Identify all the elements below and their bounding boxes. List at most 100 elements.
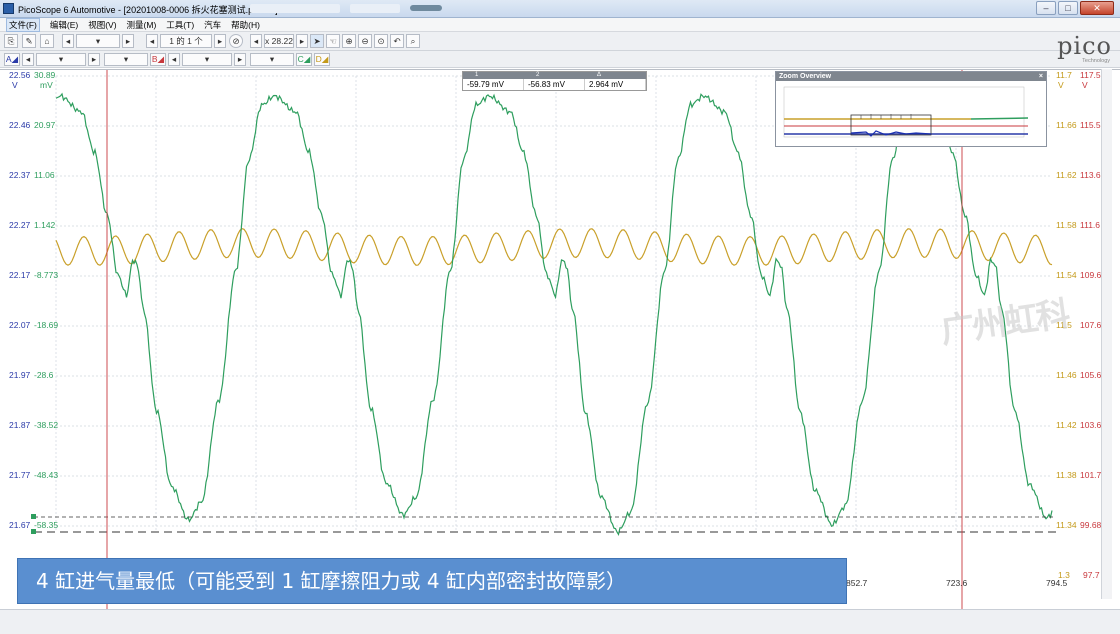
axis-b-tick-label: 111.6 — [1080, 220, 1101, 230]
axis-a-tick-label: 21.77 — [9, 470, 31, 480]
channel-a-coupling-select[interactable]: ▾ — [104, 53, 148, 66]
menu-edit[interactable]: 编辑(E) — [50, 19, 78, 31]
page-next-icon[interactable]: ▸ — [214, 34, 226, 48]
axis-d-tick-label: 11.42 — [1056, 420, 1077, 430]
undo-zoom-icon[interactable]: ↶ — [390, 34, 404, 48]
axis-d-tick-label: 11.66 — [1056, 120, 1077, 130]
app-icon — [3, 3, 14, 14]
axis-a-tick-label: 22.17 — [9, 270, 31, 280]
axis-b-tick-label: 105.6 — [1080, 370, 1102, 380]
axis-c-tick-label: -58.35 — [34, 520, 59, 530]
pointer-icon[interactable]: ➤ — [310, 34, 324, 48]
axis-d-tick-label: 11.54 — [1056, 270, 1077, 280]
title-tab — [350, 4, 400, 13]
axis-d-tick-label: 11.58 — [1056, 220, 1077, 230]
channel-a-next-icon[interactable]: ▸ — [88, 53, 100, 66]
progress-indicator — [410, 5, 442, 11]
axis-b-tick-label: 97.7 — [1083, 570, 1100, 580]
window-title: PicoScope 6 Automotive - [20201008-0006 … — [18, 5, 278, 15]
axis-a-tick-label: 22.56 — [9, 70, 31, 80]
axis-d-tick-label: 11.38 — [1056, 470, 1077, 480]
zoom-overview-preview[interactable] — [776, 81, 1046, 146]
menu-view[interactable]: 视图(V) — [88, 19, 116, 31]
channel-b-coupling-select[interactable]: ▾ — [250, 53, 294, 66]
zoom-overview-panel[interactable]: Zoom Overview × — [775, 71, 1047, 147]
axis-b-tick-label: 99.68 — [1080, 520, 1102, 530]
channel-b-range-select[interactable]: ▾ — [182, 53, 232, 66]
zoom-overview-title: Zoom Overview — [779, 73, 832, 80]
hand-icon[interactable]: ☜ — [326, 34, 340, 48]
axis-d-tick-label: 11.7 — [1056, 70, 1072, 80]
zoom-prev-icon[interactable]: ◂ — [250, 34, 262, 48]
menu-measure[interactable]: 测量(M) — [127, 19, 157, 31]
ruler-1-handle — [31, 514, 36, 519]
zoom-next-icon[interactable]: ▸ — [296, 34, 308, 48]
channel-d-button[interactable]: D◢ — [314, 53, 330, 66]
axis-a-unit: V — [12, 80, 18, 90]
axis-b-unit: V — [1082, 80, 1088, 90]
axis-d-tick-label: 11.62 — [1056, 170, 1077, 180]
channel-b-button[interactable]: B◢ — [150, 53, 166, 66]
close-icon[interactable]: ✕ — [1080, 1, 1114, 15]
axis-c-unit: mV — [40, 80, 53, 90]
zoom-fit-icon[interactable]: ⊙ — [374, 34, 388, 48]
axis-c-tick-label: 11.06 — [34, 170, 55, 180]
axis-c-tick-label: 1.142 — [34, 220, 56, 230]
ruler-delta-value: 2.964 mV — [585, 79, 646, 90]
ruler-legend[interactable]: 1 2 Δ -59.79 mV -56.83 mV 2.964 mV — [462, 71, 647, 91]
open-icon[interactable]: ⎘ — [4, 34, 18, 48]
channel-toolbar: A◢ ◂ ▾ ▸ ▾ B◢ ◂ ▾ ▸ ▾ C◢ D◢ — [0, 51, 1120, 68]
stop-icon[interactable]: ⊘ — [229, 34, 243, 48]
menu-automotive[interactable]: 汽车 — [204, 19, 221, 31]
zoom-in-icon[interactable]: ⊕ — [342, 34, 356, 48]
buffer-select[interactable]: ▾ — [76, 34, 120, 48]
axis-b-tick-label: 101.7 — [1080, 470, 1102, 480]
axis-c-tick-label: -48.43 — [34, 470, 59, 480]
axis-c-tick-label: -28.6 — [34, 370, 54, 380]
prev-icon[interactable]: ◂ — [62, 34, 74, 48]
vertical-scrollbar[interactable] — [1101, 69, 1112, 599]
page-indicator: 1 的 1 个 — [160, 34, 212, 48]
axis-c-tick-label: -8.773 — [34, 270, 59, 280]
close-icon[interactable]: × — [1039, 72, 1043, 81]
axis-b-tick-label: 117.5 — [1080, 70, 1101, 80]
menu-tools[interactable]: 工具(T) — [166, 19, 194, 31]
title-bar: PicoScope 6 Automotive - [20201008-0006 … — [0, 0, 1120, 18]
axis-d-tick-label: 11.46 — [1056, 370, 1077, 380]
menu-help[interactable]: 帮助(H) — [231, 19, 260, 31]
ruler-1-header: 1 — [475, 72, 479, 78]
channel-d-trace — [55, 228, 1053, 266]
x-axis-tick-label: 794.5 — [1046, 578, 1068, 588]
x-axis-tick-label: 852.7 — [846, 578, 868, 588]
window-controls: – □ ✕ — [1036, 1, 1114, 15]
channel-c-button[interactable]: C◢ — [296, 53, 312, 66]
axis-b-tick-label: 113.6 — [1080, 170, 1101, 180]
axis-b-tick-label: 107.6 — [1080, 320, 1102, 330]
zoom-out-icon[interactable]: ⊖ — [358, 34, 372, 48]
ruler-1-value: -59.79 mV — [463, 79, 524, 90]
minimize-icon[interactable]: – — [1036, 1, 1056, 15]
channel-a-prev-icon[interactable]: ◂ — [22, 53, 34, 66]
zoom-history-icon[interactable]: ⌕ — [406, 34, 420, 48]
ruler-2-value: -56.83 mV — [524, 79, 585, 90]
axis-a-tick-label: 22.46 — [9, 120, 31, 130]
pico-logo: pico — [1057, 32, 1112, 60]
edit-icon[interactable]: ✎ — [22, 34, 36, 48]
maximize-icon[interactable]: □ — [1058, 1, 1078, 15]
main-toolbar: ⎘ ✎ ⌂ ◂ ▾ ▸ ◂ 1 的 1 个 ▸ ⊘ ◂ x 28.22 ▸ ➤ … — [0, 32, 1120, 51]
next-icon[interactable]: ▸ — [122, 34, 134, 48]
home-icon[interactable]: ⌂ — [40, 34, 54, 48]
channel-a-range-select[interactable]: ▾ — [36, 53, 86, 66]
axis-a-tick-label: 22.37 — [9, 170, 31, 180]
axis-a-tick-label: 21.87 — [9, 420, 31, 430]
channel-b-next-icon[interactable]: ▸ — [234, 53, 246, 66]
menu-bar: 文件(F) 编辑(E) 视图(V) 测量(M) 工具(T) 汽车 帮助(H) — [0, 17, 1120, 32]
ruler-2-header: 2 — [536, 72, 540, 78]
status-bar — [0, 609, 1120, 634]
channel-b-prev-icon[interactable]: ◂ — [168, 53, 180, 66]
page-prev-icon[interactable]: ◂ — [146, 34, 158, 48]
channel-a-button[interactable]: A◢ — [4, 53, 20, 66]
channel-c-trace — [55, 92, 1053, 536]
menu-file[interactable]: 文件(F) — [6, 17, 40, 32]
x-axis-tick-label: 723.6 — [946, 578, 968, 588]
